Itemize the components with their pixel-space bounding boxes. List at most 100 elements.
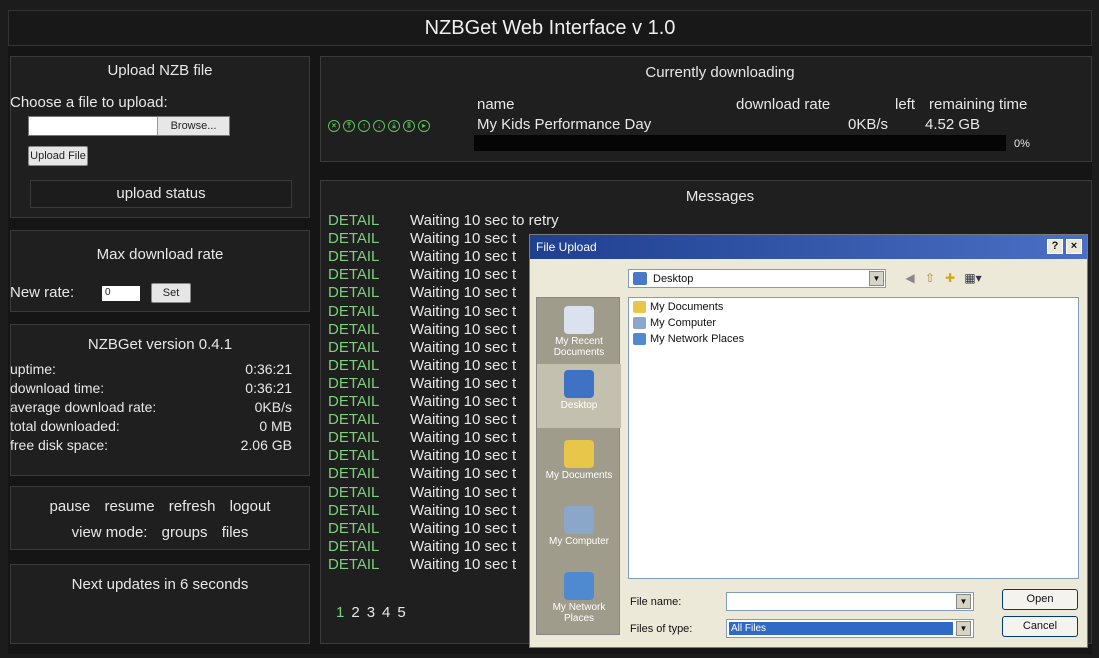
- open-button[interactable]: Open: [1002, 589, 1078, 610]
- file-path-field[interactable]: [29, 117, 157, 135]
- file-name-label: File name:: [630, 596, 682, 608]
- upload-status: upload status: [30, 180, 292, 208]
- file-item[interactable]: My Computer: [633, 317, 716, 329]
- network-places-icon: [564, 572, 594, 600]
- look-in-select[interactable]: Desktop ▼: [628, 269, 886, 288]
- message-level: DETAIL: [328, 284, 380, 302]
- place-my-computer[interactable]: My Computer: [537, 500, 621, 560]
- message-text: Waiting 10 sec t: [410, 393, 517, 410]
- message-level: DETAIL: [328, 555, 380, 573]
- message-level: DETAIL: [328, 230, 380, 248]
- file-input[interactable]: Browse...: [28, 116, 230, 136]
- pause-link[interactable]: pause: [50, 498, 91, 515]
- message-text: Waiting 10 sec t: [410, 501, 517, 519]
- message-level: DETAIL: [328, 501, 380, 519]
- cancel-button[interactable]: Cancel: [1002, 616, 1078, 637]
- help-button[interactable]: ?: [1047, 239, 1063, 254]
- desktop-icon: [564, 370, 594, 398]
- rate-title: Max download rate: [96, 246, 224, 263]
- cancel-icon[interactable]: ×: [328, 120, 340, 132]
- message-text: Waiting 10 sec t: [410, 447, 517, 465]
- message-text: Waiting 10 sec t: [410, 266, 517, 284]
- upload-title: Upload NZB file: [107, 62, 213, 79]
- message-text: Waiting 10 sec to retry: [410, 212, 559, 229]
- move-bottom-icon[interactable]: ⤓: [388, 120, 400, 132]
- browse-button[interactable]: Browse...: [157, 117, 229, 135]
- chevron-down-icon[interactable]: ▼: [956, 621, 971, 636]
- page-4[interactable]: 4: [382, 604, 390, 621]
- logout-link[interactable]: logout: [230, 498, 271, 515]
- app-title: NZBGet Web Interface v 1.0: [8, 10, 1092, 46]
- stat-value: 0KB/s: [254, 399, 292, 415]
- place-my-documents[interactable]: My Documents: [537, 434, 621, 494]
- move-down-icon[interactable]: ↓: [373, 120, 385, 132]
- message-row: DETAIL Waiting 10 sec t: [328, 248, 516, 265]
- stat-label: free disk space:: [10, 437, 109, 453]
- place-label: My Computer: [548, 536, 609, 547]
- file-name-field[interactable]: ▼: [726, 592, 974, 611]
- stat-label: uptime:: [10, 361, 56, 377]
- resume-link[interactable]: resume: [105, 498, 155, 515]
- place-network[interactable]: My Network Places: [537, 566, 621, 632]
- message-level: DETAIL: [328, 393, 380, 410]
- set-rate-button[interactable]: Set: [151, 283, 191, 303]
- up-folder-icon[interactable]: ⇧: [922, 271, 938, 285]
- file-type-select[interactable]: All Files ▼: [726, 619, 974, 638]
- view-mode-row: view mode: groups files: [10, 524, 310, 541]
- message-row: DETAIL Waiting 10 sec t: [328, 284, 516, 301]
- page-5[interactable]: 5: [397, 604, 405, 621]
- new-folder-icon[interactable]: ✚: [942, 271, 958, 285]
- message-text: Waiting 10 sec t: [410, 338, 517, 356]
- groups-link[interactable]: groups: [162, 524, 208, 541]
- message-row: DETAIL Waiting 10 sec t: [328, 538, 516, 555]
- upload-file-button[interactable]: Upload File: [28, 146, 88, 166]
- choose-file-label: Choose a file to upload:: [10, 94, 168, 111]
- message-text: Waiting 10 sec t: [410, 230, 517, 248]
- chevron-down-icon[interactable]: ▼: [956, 594, 971, 609]
- download-left: 4.52 GB: [925, 116, 981, 133]
- view-menu-icon[interactable]: ▦▾: [962, 271, 984, 285]
- message-level: DETAIL: [328, 374, 380, 392]
- move-up-icon[interactable]: ↑: [358, 120, 370, 132]
- file-item[interactable]: My Documents: [633, 301, 723, 313]
- download-rate: 0KB/s: [848, 116, 889, 133]
- close-button[interactable]: ×: [1066, 239, 1082, 254]
- back-icon[interactable]: ◀: [902, 271, 918, 285]
- version-title: NZBGet version 0.4.1: [87, 336, 233, 353]
- message-text: Waiting 10 sec t: [410, 284, 517, 302]
- file-item[interactable]: My Network Places: [633, 333, 744, 345]
- stat-row: total downloaded: 0 MB: [10, 418, 292, 434]
- stat-row: uptime: 0:36:21: [10, 361, 292, 377]
- message-row: DETAIL Waiting 10 sec t: [328, 303, 516, 320]
- refresh-link[interactable]: refresh: [169, 498, 216, 515]
- desktop-small-icon: [633, 272, 647, 285]
- message-text: Waiting 10 sec t: [410, 411, 517, 429]
- message-text: Waiting 10 sec t: [410, 519, 517, 537]
- message-text: Waiting 10 sec t: [410, 248, 517, 266]
- message-text: Waiting 10 sec t: [410, 320, 517, 338]
- page-1[interactable]: 1: [336, 604, 344, 621]
- place-label: Desktop: [560, 400, 598, 411]
- move-top-icon[interactable]: ⤒: [343, 120, 355, 132]
- message-row: DETAIL Waiting 10 sec t: [328, 484, 516, 501]
- rate-input[interactable]: 0: [102, 286, 140, 301]
- stat-value: 0:36:21: [245, 380, 292, 396]
- place-desktop[interactable]: Desktop: [537, 364, 621, 428]
- resume-icon[interactable]: ▸: [418, 120, 430, 132]
- my-computer-icon: [564, 506, 594, 534]
- stat-value: 0 MB: [259, 418, 292, 434]
- message-row: DETAIL Waiting 10 sec t: [328, 393, 516, 410]
- place-recent[interactable]: My Recent Documents: [537, 302, 621, 360]
- pagination: 1 2 3 4 5: [336, 604, 406, 621]
- page-3[interactable]: 3: [367, 604, 375, 621]
- file-type-value: All Files: [729, 622, 953, 635]
- chevron-down-icon[interactable]: ▼: [869, 271, 884, 286]
- view-mode-label: view mode:: [71, 524, 148, 541]
- pause-icon[interactable]: ‖: [403, 120, 415, 132]
- page-2[interactable]: 2: [351, 604, 359, 621]
- message-row: DETAIL Waiting 10 sec t: [328, 556, 516, 573]
- message-level: DETAIL: [328, 429, 380, 447]
- header-name: name: [477, 96, 515, 113]
- files-link[interactable]: files: [222, 524, 249, 541]
- computer-icon: [633, 317, 646, 329]
